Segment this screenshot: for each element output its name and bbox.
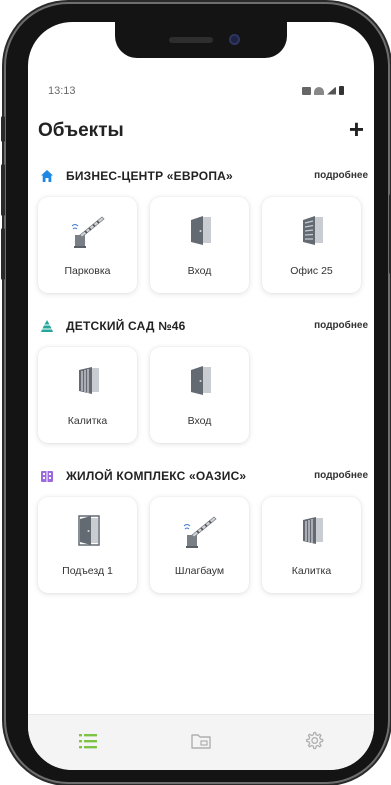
object-group-europe: БИЗНЕС-ЦЕНТР «ЕВРОПА» подробнее Парковка [28,167,374,293]
group-name: ЖИЛОЙ КОМПЛЕКС «ОАЗИС» [66,469,247,483]
access-tile-wicket[interactable]: Калитка [38,347,137,443]
home-icon [41,170,53,182]
object-group-kindergarten: ДЕТСКИЙ САД №46 подробнее Калитка Вход [28,317,374,443]
signal-icon [327,86,336,95]
group-name: ДЕТСКИЙ САД №46 [66,319,186,333]
access-point-list: Подъезд 1 Шлагбаум Калитка [38,497,361,593]
camera [229,34,240,45]
tile-label: Парковка [64,265,111,277]
battery-icon [339,86,344,95]
building-icon [41,471,53,482]
access-tile-wicket[interactable]: Калитка [262,497,361,593]
mute-switch [1,116,5,142]
app-screen: 13:13 Объекты + БИЗНЕС-ЦЕНТР «ЕВРОПА» по… [28,22,374,770]
group-header: ЖИЛОЙ КОМПЛЕКС «ОАЗИС» подробнее [28,467,374,487]
tile-label: Вход [187,415,212,427]
entrance-door-icon [78,515,100,546]
tab-settings[interactable] [294,725,334,757]
access-point-list: Парковка Вход Офис 25 [38,197,361,293]
wifi-icon [314,86,324,95]
access-tile-parking[interactable]: Парковка [38,197,137,293]
phone-frame: 13:13 Объекты + БИЗНЕС-ЦЕНТР «ЕВРОПА» по… [1,4,391,782]
access-tile-entrance[interactable]: Вход [150,347,249,443]
group-header: ДЕТСКИЙ САД №46 подробнее [28,317,374,337]
door-icon [191,216,211,245]
barrier-gate-icon [183,516,217,548]
wicket-gate-icon [303,517,323,544]
add-object-button[interactable]: + [349,115,364,143]
volume-down-button [1,228,5,280]
speaker [169,37,213,43]
group-name: БИЗНЕС-ЦЕНТР «ЕВРОПА» [66,169,233,183]
volume-up-button [1,164,5,216]
tab-objects[interactable] [68,725,108,757]
status-bar: 13:13 [28,84,374,100]
details-link[interactable]: подробнее [314,470,368,481]
app-bar: Объекты + [28,115,374,145]
folder-icon [191,734,211,749]
bottom-tab-bar [28,714,374,770]
status-time: 13:13 [48,85,76,97]
tile-label: Вход [187,265,212,277]
list-icon [79,734,97,749]
access-tile-entrance-1[interactable]: Подъезд 1 [38,497,137,593]
wicket-gate-icon [79,367,99,394]
object-group-oasis: ЖИЛОЙ КОМПЛЕКС «ОАЗИС» подробнее Подъезд… [28,467,374,593]
barrier-gate-icon [71,216,105,248]
access-point-list: Калитка Вход [38,347,249,443]
tile-label: Подъезд 1 [62,565,113,577]
tab-documents[interactable] [181,725,221,757]
pyramid-icon [41,320,53,332]
access-tile-office-25[interactable]: Офис 25 [262,197,361,293]
door-icon [191,366,211,395]
office-door-icon [303,216,323,245]
page-title: Объекты [38,120,124,141]
tile-label: Калитка [67,415,108,427]
access-tile-entrance[interactable]: Вход [150,197,249,293]
tile-label: Офис 25 [290,265,333,277]
tile-label: Шлагбаум [174,565,225,577]
details-link[interactable]: подробнее [314,320,368,331]
access-tile-barrier[interactable]: Шлагбаум [150,497,249,593]
status-icons [302,86,344,95]
tile-label: Калитка [291,565,332,577]
nfc-icon [302,86,311,95]
gear-icon [306,731,324,750]
notch [115,22,287,58]
details-link[interactable]: подробнее [314,170,368,181]
group-header: БИЗНЕС-ЦЕНТР «ЕВРОПА» подробнее [28,167,374,187]
